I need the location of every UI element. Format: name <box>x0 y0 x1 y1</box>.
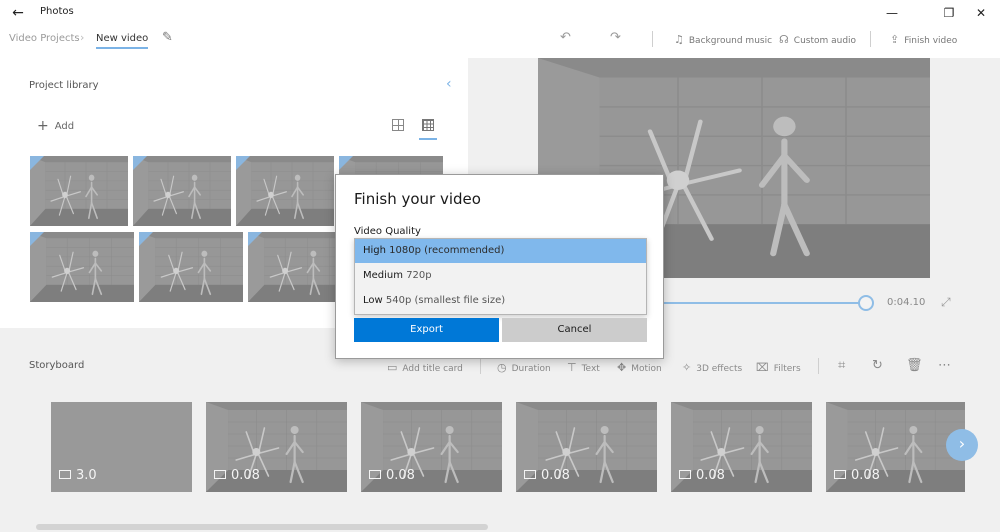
custom-audio-button[interactable]: ☊ Custom audio <box>779 33 856 46</box>
add-button[interactable]: + Add <box>37 118 74 134</box>
library-thumbnail[interactable] <box>30 232 134 302</box>
trash-icon[interactable]: 🗑 <box>906 358 923 373</box>
finish-video-button[interactable]: ⇪ Finish video <box>890 33 957 46</box>
pencil-icon[interactable]: ✎ <box>162 30 173 45</box>
text-icon: ⊤ <box>567 361 577 374</box>
card-duration: 0.08 <box>369 468 415 483</box>
library-thumbnail[interactable] <box>133 156 231 226</box>
storyboard-card[interactable]: 0.08 <box>206 402 347 492</box>
card-duration: 3.0 <box>59 468 97 483</box>
redo-icon[interactable]: ↷ <box>610 30 621 45</box>
video-quality-dropdown[interactable]: High 1080p (recommended) Medium 720p Low… <box>354 238 647 315</box>
storyboard-title: Storyboard <box>29 360 85 371</box>
undo-icon[interactable]: ↶ <box>560 30 571 45</box>
background-music-button[interactable]: ♫ Background music <box>674 33 772 46</box>
library-thumbnail[interactable] <box>139 232 243 302</box>
3d-effects-button[interactable]: ✧ 3D effects <box>682 361 742 374</box>
clock-icon: ◷ <box>497 361 507 374</box>
close-button[interactable]: ✕ <box>963 0 999 26</box>
person-audio-icon: ☊ <box>779 33 789 46</box>
more-options-icon[interactable]: ⋯ <box>938 358 951 373</box>
small-grid-view-icon[interactable] <box>422 119 434 131</box>
minimize-button[interactable]: — <box>874 0 910 26</box>
storyboard-card[interactable]: 0.08 <box>361 402 502 492</box>
storyboard-card[interactable]: 3.0 <box>51 402 192 492</box>
breadcrumb-video-projects[interactable]: Video Projects <box>9 33 80 44</box>
card-duration: 0.08 <box>524 468 570 483</box>
app-title: Photos <box>40 6 74 17</box>
maximize-button[interactable]: ❐ <box>931 0 967 26</box>
cancel-button[interactable]: Cancel <box>502 318 647 342</box>
quality-option-high[interactable]: High 1080p (recommended) <box>355 239 646 263</box>
breadcrumb-new-video[interactable]: New video <box>96 33 149 49</box>
image-icon <box>834 470 846 479</box>
scene-artwork <box>236 156 334 226</box>
dialog-title: Finish your video <box>354 190 481 208</box>
added-marker <box>133 156 147 170</box>
add-title-card-button[interactable]: ▭ Add title card <box>387 361 463 374</box>
back-arrow-icon[interactable]: ← <box>8 3 28 23</box>
storyboard-divider <box>818 358 819 374</box>
added-marker <box>139 232 153 246</box>
active-view-indicator <box>419 138 437 140</box>
filters-button[interactable]: ⌧ Filters <box>756 361 801 374</box>
video-quality-label: Video Quality <box>354 226 421 237</box>
storyboard-scrollbar[interactable] <box>36 524 488 530</box>
duration-button[interactable]: ◷ Duration <box>497 361 551 374</box>
image-icon <box>679 470 691 479</box>
collapse-chevron-icon[interactable]: ‹ <box>446 76 452 92</box>
library-thumbnail[interactable] <box>30 156 128 226</box>
quality-option-medium[interactable]: Medium 720p <box>355 264 646 288</box>
image-icon <box>369 470 381 479</box>
title-bar: ← Photos — ❐ ✕ <box>0 0 1000 26</box>
added-marker <box>339 156 353 170</box>
toolbar: Video Projects › New video ✎ ↶ ↷ ♫ Backgr… <box>0 26 1000 58</box>
motion-button[interactable]: ✥ Motion <box>617 361 662 374</box>
card-duration: 0.08 <box>679 468 725 483</box>
sparkle-icon: ✧ <box>682 361 692 374</box>
finish-video-dialog: Finish your video Video Quality High 108… <box>335 174 664 359</box>
quality-option-low[interactable]: Low 540p (smallest file size) <box>355 289 646 313</box>
image-icon <box>59 470 71 479</box>
library-thumbnail[interactable] <box>236 156 334 226</box>
card-duration: 0.08 <box>834 468 880 483</box>
added-marker <box>236 156 250 170</box>
storyboard-card[interactable]: 0.08 <box>671 402 812 492</box>
breadcrumb-chevron-icon: › <box>80 31 85 44</box>
added-marker <box>248 232 262 246</box>
scene-artwork <box>139 232 243 302</box>
playback-time: 0:04.10 <box>887 297 926 308</box>
music-note-icon: ♫ <box>674 33 684 46</box>
image-icon <box>524 470 536 479</box>
playback-scrubber[interactable] <box>858 295 874 311</box>
scene-artwork <box>30 232 134 302</box>
share-icon: ⇪ <box>890 33 900 46</box>
large-grid-view-icon[interactable] <box>392 119 404 131</box>
storyboard-card[interactable]: 0.08 <box>516 402 657 492</box>
plus-icon: + <box>37 118 49 134</box>
added-marker <box>30 232 44 246</box>
toolbar-divider <box>652 31 653 47</box>
card-duration: 0.08 <box>214 468 260 483</box>
scene-artwork <box>133 156 231 226</box>
image-icon <box>214 470 226 479</box>
toolbar-divider <box>870 31 871 47</box>
library-title: Project library <box>29 80 99 91</box>
next-chevron-icon[interactable]: › <box>946 429 978 461</box>
storyboard-divider <box>480 358 481 374</box>
title-card-icon: ▭ <box>387 361 398 374</box>
storyboard-card[interactable]: 0.08 <box>826 402 965 492</box>
expand-icon[interactable]: ⤢ <box>941 295 951 310</box>
added-marker <box>30 156 44 170</box>
scene-artwork <box>30 156 128 226</box>
motion-icon: ✥ <box>617 361 627 374</box>
rotate-icon[interactable]: ↻ <box>872 358 883 373</box>
crop-icon[interactable]: ⌗ <box>838 358 845 373</box>
playback-track[interactable] <box>650 302 866 304</box>
export-button[interactable]: Export <box>354 318 499 342</box>
text-button[interactable]: ⊤ Text <box>567 361 600 374</box>
filter-icon: ⌧ <box>756 361 769 374</box>
